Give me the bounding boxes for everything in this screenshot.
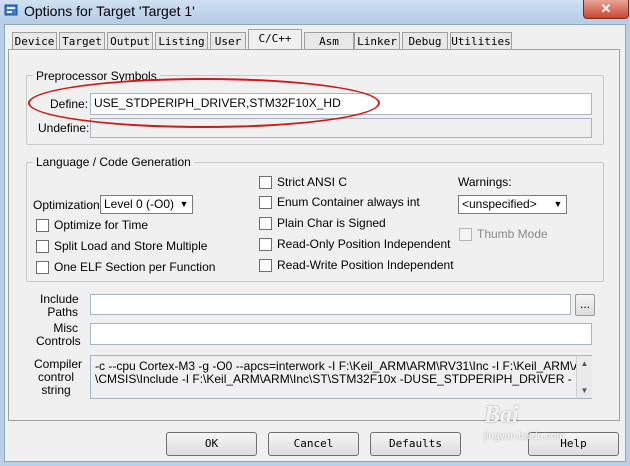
chevron-down-icon: ▼ xyxy=(179,199,189,209)
include-paths-label: Include Paths xyxy=(40,292,79,319)
compiler-control-line-1: -c --cpu Cortex-M3 -g -O0 --apcs=interwo… xyxy=(95,359,592,373)
define-label: Define: xyxy=(50,97,89,111)
tab-output[interactable]: Output xyxy=(107,32,153,50)
include-paths-browse-button[interactable]: ... xyxy=(575,294,595,316)
watermark-text: Bai xyxy=(484,402,519,428)
rw-position-independent-label: Read-Write Position Independent xyxy=(277,258,454,272)
undefine-input[interactable] xyxy=(90,118,592,138)
chevron-down-icon: ▼ xyxy=(553,199,563,209)
undefine-label: Undefine: xyxy=(38,121,90,135)
app-icon xyxy=(4,4,18,16)
tab-linker[interactable]: Linker xyxy=(354,32,400,50)
close-button[interactable]: ✕ xyxy=(583,0,629,19)
one-elf-section-label: One ELF Section per Function xyxy=(54,260,216,274)
compiler-control-scrollbar[interactable]: ▲ ▼ xyxy=(576,356,592,398)
ro-position-independent-label: Read-Only Position Independent xyxy=(277,237,451,251)
scroll-up-icon[interactable]: ▲ xyxy=(577,356,592,371)
misc-controls-input[interactable] xyxy=(90,323,592,345)
compiler-control-label: Compiler control string xyxy=(34,357,83,397)
tab-asm[interactable]: Asm xyxy=(304,32,354,50)
optimization-value: Level 0 (-O0) xyxy=(104,197,175,211)
strict-ansi-label: Strict ANSI C xyxy=(277,175,348,189)
tab-user[interactable]: User xyxy=(210,32,246,50)
misc-controls-label: Misc Controls xyxy=(36,321,81,348)
optimization-label: Optimization: xyxy=(33,198,104,212)
optimize-time-checkbox[interactable] xyxy=(36,219,49,232)
tab-listing[interactable]: Listing xyxy=(155,32,208,50)
optimization-select[interactable]: Level 0 (-O0) ▼ xyxy=(100,195,193,214)
thumb-mode-checkbox[interactable] xyxy=(459,228,472,241)
warnings-label: Warnings: xyxy=(458,175,512,189)
strict-ansi-checkbox[interactable] xyxy=(259,176,272,189)
include-paths-input[interactable] xyxy=(90,294,571,315)
one-elf-section-checkbox[interactable] xyxy=(36,261,49,274)
baidu-watermark: Bai jingyan.baidu.com xyxy=(466,402,616,448)
compiler-control-line-2: \CMSIS\Include -I F:\Keil_ARM\ARM\Inc\ST… xyxy=(95,372,572,386)
tab-c-cpp[interactable]: C/C++ xyxy=(248,29,302,50)
defaults-button[interactable]: Defaults xyxy=(370,432,461,456)
ok-button[interactable]: OK xyxy=(166,432,257,456)
ro-position-independent-checkbox[interactable] xyxy=(259,238,272,251)
tab-debug[interactable]: Debug xyxy=(402,32,448,50)
enum-container-checkbox[interactable] xyxy=(259,196,272,209)
enum-container-label: Enum Container always int xyxy=(277,195,420,209)
language-group-label: Language / Code Generation xyxy=(33,155,194,169)
warnings-select[interactable]: <unspecified> ▼ xyxy=(458,195,567,214)
thumb-mode-label: Thumb Mode xyxy=(477,227,548,241)
tab-utilities[interactable]: Utilities xyxy=(450,32,512,50)
plain-char-signed-checkbox[interactable] xyxy=(259,217,272,230)
cancel-button[interactable]: Cancel xyxy=(268,432,359,456)
tab-device[interactable]: Device xyxy=(12,32,57,50)
split-load-store-label: Split Load and Store Multiple xyxy=(54,239,208,253)
define-input[interactable]: USE_STDPERIPH_DRIVER,STM32F10X_HD xyxy=(90,93,592,115)
warnings-value: <unspecified> xyxy=(462,197,537,211)
compiler-control-string: -c --cpu Cortex-M3 -g -O0 --apcs=interwo… xyxy=(90,355,592,399)
plain-char-signed-label: Plain Char is Signed xyxy=(277,216,386,230)
rw-position-independent-checkbox[interactable] xyxy=(259,259,272,272)
optimize-time-label: Optimize for Time xyxy=(54,218,149,232)
preprocessor-group-label: Preprocessor Symbols xyxy=(33,69,160,83)
tab-target[interactable]: Target xyxy=(59,32,105,50)
window-title: Options for Target 'Target 1' xyxy=(24,3,195,19)
scroll-down-icon[interactable]: ▼ xyxy=(577,383,592,398)
watermark-url: jingyan.baidu.com xyxy=(484,431,565,442)
split-load-store-checkbox[interactable] xyxy=(36,240,49,253)
